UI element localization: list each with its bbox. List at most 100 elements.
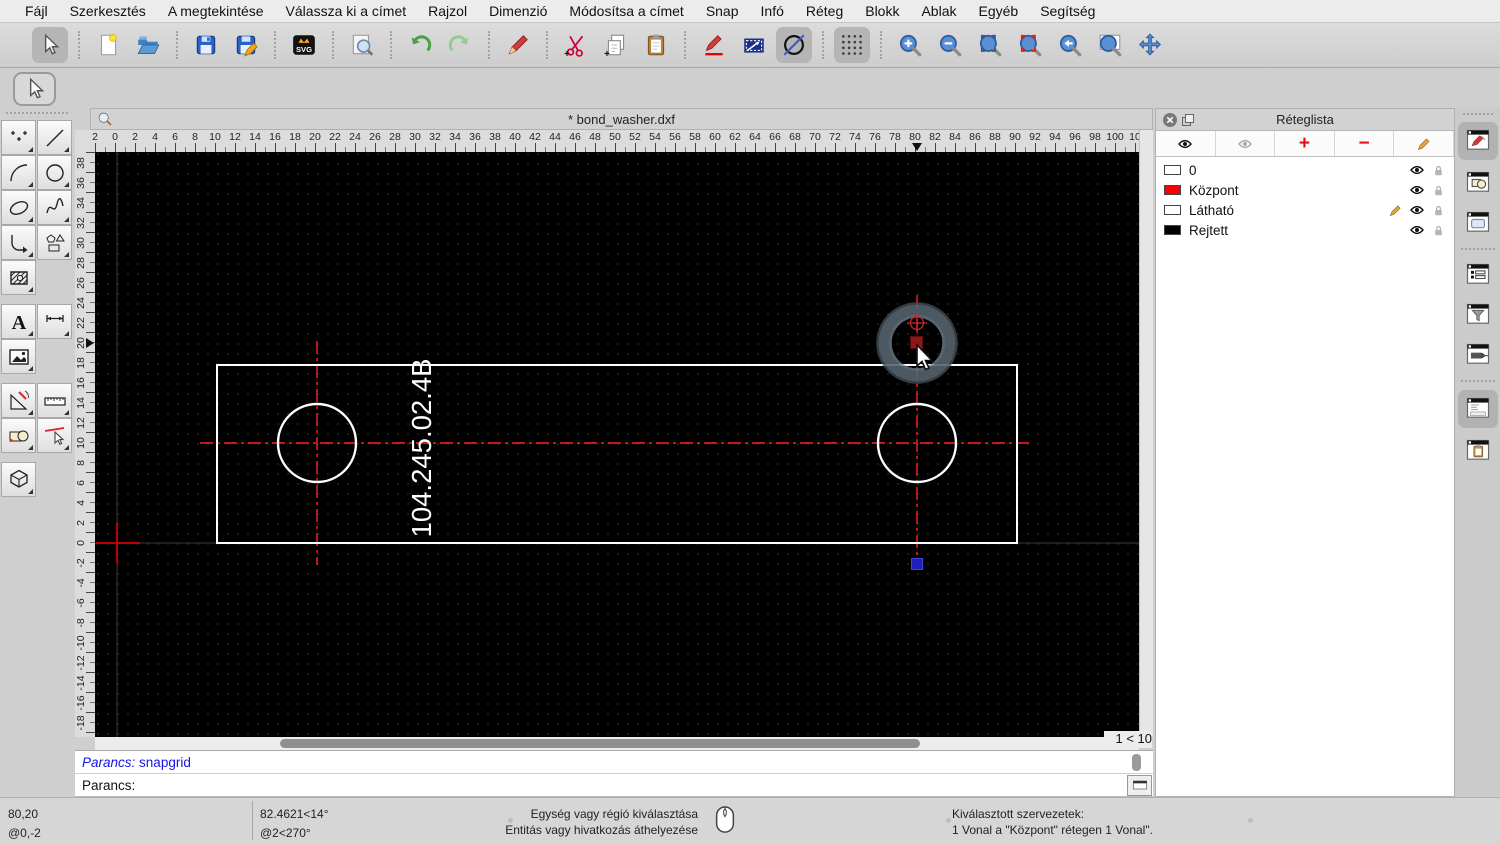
delete-button[interactable] xyxy=(500,27,536,63)
menu-11[interactable]: Ablak xyxy=(910,0,967,22)
line-tool-button[interactable] xyxy=(37,120,72,155)
entity-filter-dock-button[interactable] xyxy=(1458,298,1498,332)
pen-palette-dock-button[interactable] xyxy=(1458,338,1498,372)
copy-button[interactable]: + xyxy=(598,27,634,63)
spline-tool-button[interactable] xyxy=(37,190,72,225)
drawing-part-number-label[interactable]: 104.245.02.4B xyxy=(406,359,437,538)
keyboard-toggle-button[interactable] xyxy=(1127,774,1152,796)
menu-8[interactable]: Infó xyxy=(750,0,795,22)
menu-0[interactable]: Fájl xyxy=(14,0,59,22)
save-button[interactable] xyxy=(188,27,224,63)
menu-4[interactable]: Rajzol xyxy=(417,0,478,22)
dock-drag-handle[interactable] xyxy=(1462,113,1493,116)
layer-visibility-eye-icon[interactable] xyxy=(1409,202,1425,218)
command-input[interactable] xyxy=(135,774,1127,796)
vertical-scrollbar[interactable] xyxy=(1139,130,1153,737)
horizontal-scrollbar-thumb[interactable] xyxy=(280,739,920,748)
hruler-label: 90 xyxy=(1009,131,1021,143)
ellipse-tool-button[interactable] xyxy=(1,190,36,225)
block-tool-button[interactable] xyxy=(1,418,36,453)
cut-button[interactable]: + xyxy=(558,27,594,63)
menu-9[interactable]: Réteg xyxy=(795,0,854,22)
edit-layer-button[interactable] xyxy=(1394,131,1454,156)
select-tool-button[interactable] xyxy=(13,72,56,106)
vruler-label: 16 xyxy=(75,377,87,389)
pan-button[interactable] xyxy=(1132,27,1168,63)
layer-row-Rejtett[interactable]: Rejtett xyxy=(1156,220,1454,240)
zoom-auto-button[interactable] xyxy=(972,27,1008,63)
undo-button[interactable] xyxy=(402,27,438,63)
right-dock-strip xyxy=(1455,108,1500,797)
layer-panel-header[interactable]: Réteglista xyxy=(1156,109,1454,131)
draw-pen-button[interactable] xyxy=(696,27,732,63)
layer-lock-icon[interactable] xyxy=(1431,203,1446,218)
dimension-tool-button[interactable] xyxy=(37,304,72,339)
circle-tool-button[interactable] xyxy=(37,155,72,190)
menu-2[interactable]: A megtekintése xyxy=(157,0,275,22)
command-line-dock-button[interactable] xyxy=(1457,390,1498,428)
horizontal-scrollbar[interactable] xyxy=(95,737,1139,750)
layer-row-0[interactable]: 0 xyxy=(1156,160,1454,180)
print-preview-button[interactable] xyxy=(344,27,380,63)
menu-6[interactable]: Módosítsa a címet xyxy=(558,0,694,22)
vruler-label: -6 xyxy=(75,598,87,608)
show-all-layers-button[interactable] xyxy=(1156,131,1216,156)
remove-layer-button[interactable]: − xyxy=(1335,131,1395,156)
palette-drag-handle[interactable] xyxy=(6,112,68,116)
layer-row-Központ[interactable]: Központ xyxy=(1156,180,1454,200)
add-layer-button[interactable]: + xyxy=(1275,131,1335,156)
layer-lock-icon[interactable] xyxy=(1431,183,1446,198)
hide-all-layers-button[interactable] xyxy=(1216,131,1276,156)
zoom-previous-button[interactable] xyxy=(1052,27,1088,63)
selection-handle-blue[interactable] xyxy=(911,558,923,570)
polyline-tool-button[interactable] xyxy=(1,225,36,260)
block-list-dock-button[interactable] xyxy=(1458,166,1498,200)
layer-lock-icon[interactable] xyxy=(1431,163,1446,178)
document-titlebar[interactable]: * bond_washer.dxf xyxy=(90,108,1153,130)
image-tool-button[interactable] xyxy=(1,339,36,374)
layer-list-dock-button[interactable] xyxy=(1457,122,1498,160)
menu-5[interactable]: Dimenzió xyxy=(478,0,558,22)
redo-button[interactable] xyxy=(442,27,478,63)
zoom-out-button[interactable] xyxy=(932,27,968,63)
circle-line-button[interactable] xyxy=(776,27,812,63)
menu-1[interactable]: Szerkesztés xyxy=(59,0,157,22)
points-tool-button[interactable] xyxy=(1,120,36,155)
measure-tool-button[interactable] xyxy=(37,383,72,418)
layer-visibility-eye-icon[interactable] xyxy=(1409,182,1425,198)
drawing-canvas[interactable]: 104.245.02.4B xyxy=(95,152,1139,737)
vruler-label: 32 xyxy=(75,217,87,229)
paste-button[interactable] xyxy=(638,27,674,63)
save-as-button[interactable] xyxy=(228,27,264,63)
command-history[interactable]: Parancs: snapgrid xyxy=(75,750,1153,774)
arc-tool-button[interactable] xyxy=(1,155,36,190)
select-button[interactable] xyxy=(32,27,68,63)
menu-7[interactable]: Snap xyxy=(695,0,750,22)
hatch-tool-button[interactable] xyxy=(1,260,36,295)
layer-row-Látható[interactable]: Látható xyxy=(1156,200,1454,220)
text-tool-button[interactable]: A xyxy=(1,304,36,339)
new-document-button[interactable] xyxy=(90,27,126,63)
solid-tool-button[interactable] xyxy=(1,462,36,497)
zoom-redraw-button[interactable] xyxy=(1012,27,1048,63)
menu-10[interactable]: Blokk xyxy=(854,0,910,22)
layer-lock-icon[interactable] xyxy=(1431,223,1446,238)
snap-grid-button[interactable] xyxy=(834,27,870,63)
menu-3[interactable]: Válassza ki a címet xyxy=(275,0,418,22)
open-file-button[interactable] xyxy=(130,27,166,63)
layer-visibility-eye-icon[interactable] xyxy=(1409,162,1425,178)
selection-window-button[interactable] xyxy=(736,27,772,63)
export-svg-button[interactable]: SVG xyxy=(286,27,322,63)
zoom-window-button[interactable] xyxy=(1092,27,1128,63)
layer-visibility-eye-icon[interactable] xyxy=(1409,222,1425,238)
library-browser-dock-button[interactable] xyxy=(1458,206,1498,240)
clipboard-dock-button[interactable] xyxy=(1458,434,1498,468)
command-history-scrollbar[interactable] xyxy=(1132,754,1141,771)
modify-tool-button[interactable] xyxy=(1,383,36,418)
deselect-tool-button[interactable] xyxy=(37,418,72,453)
polygon-tool-button[interactable] xyxy=(37,225,72,260)
entity-list-dock-button[interactable] xyxy=(1458,258,1498,292)
zoom-in-button[interactable] xyxy=(892,27,928,63)
menu-13[interactable]: Segítség xyxy=(1029,0,1106,22)
menu-12[interactable]: Egyéb xyxy=(968,0,1030,22)
